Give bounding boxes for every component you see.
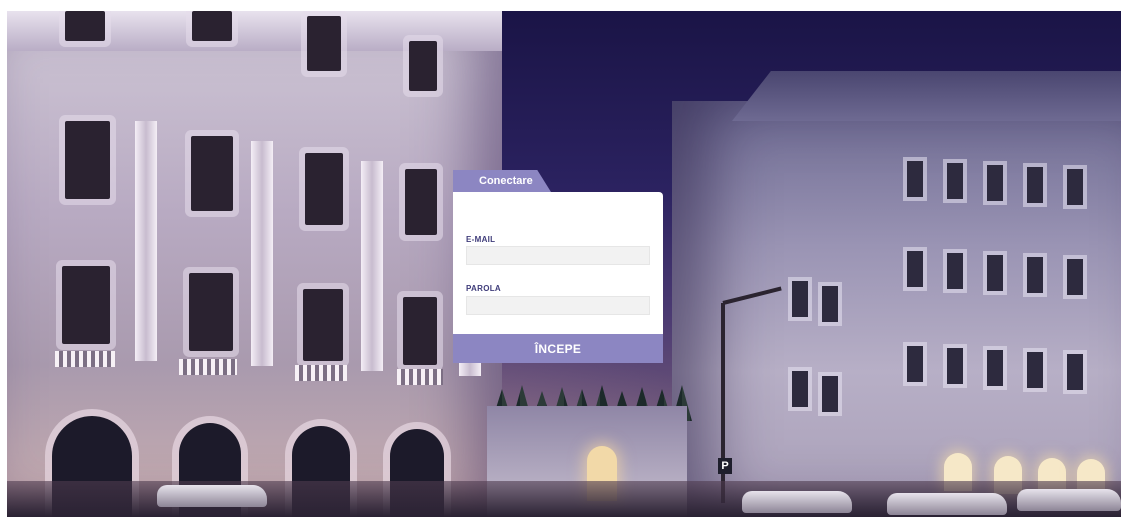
window xyxy=(792,371,808,407)
email-label: E-MAIL xyxy=(466,235,496,244)
balcony xyxy=(397,369,443,385)
balcony xyxy=(55,351,115,367)
password-field[interactable] xyxy=(466,296,650,315)
window xyxy=(987,350,1003,386)
password-label: PAROLA xyxy=(466,284,501,293)
window xyxy=(947,253,963,289)
parking-sign: P xyxy=(718,458,732,474)
login-panel: Conectare E-MAIL PAROLA ÎNCEPE xyxy=(453,170,663,365)
parked-car xyxy=(887,493,1007,515)
pillar xyxy=(361,161,383,371)
parked-car xyxy=(157,485,267,507)
window xyxy=(307,16,341,71)
left-building xyxy=(7,11,502,517)
pillar xyxy=(251,141,273,366)
window xyxy=(62,266,110,344)
window xyxy=(191,136,233,211)
window xyxy=(405,169,437,235)
window xyxy=(947,348,963,384)
email-field[interactable] xyxy=(466,246,650,265)
window xyxy=(907,346,923,382)
window xyxy=(192,11,232,41)
parked-car xyxy=(1017,489,1121,511)
window xyxy=(303,289,343,361)
window xyxy=(1067,354,1083,390)
window xyxy=(947,163,963,199)
window xyxy=(403,297,437,365)
window xyxy=(792,281,808,317)
window xyxy=(1027,167,1043,203)
right-building xyxy=(672,71,1121,517)
window xyxy=(1067,259,1083,295)
window xyxy=(987,255,1003,291)
window xyxy=(65,121,110,199)
window xyxy=(1067,169,1083,205)
balcony xyxy=(179,359,237,375)
window xyxy=(189,273,233,351)
window xyxy=(409,41,437,91)
submit-button[interactable]: ÎNCEPE xyxy=(453,334,663,363)
window xyxy=(907,161,923,197)
window xyxy=(822,286,838,322)
window xyxy=(987,165,1003,201)
window xyxy=(907,251,923,287)
window xyxy=(305,153,343,225)
window xyxy=(1027,352,1043,388)
balcony xyxy=(295,365,347,381)
window xyxy=(1027,257,1043,293)
login-form: E-MAIL PAROLA xyxy=(453,192,663,334)
right-building-roof xyxy=(732,71,1121,121)
pillar xyxy=(135,121,157,361)
window xyxy=(65,11,105,41)
parked-car xyxy=(742,491,852,513)
window xyxy=(822,376,838,412)
tab-conectare[interactable]: Conectare xyxy=(453,170,551,192)
